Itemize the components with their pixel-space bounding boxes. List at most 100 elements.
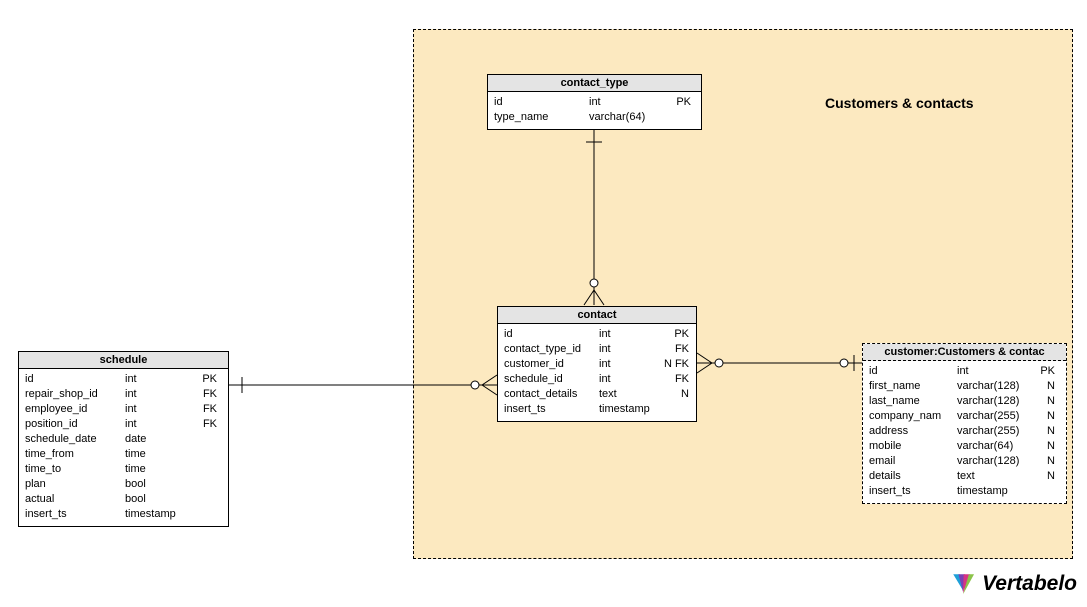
entity-contact-body: idintPKcontact_type_idintFKcustomer_idin…	[498, 324, 696, 421]
attr-type: varchar(128)	[957, 379, 1037, 394]
attr-name: insert_ts	[504, 402, 599, 417]
attr-row: time_totime	[25, 462, 222, 477]
entity-schedule-body: idintPKrepair_shop_idintFKemployee_idint…	[19, 369, 228, 526]
attr-name: details	[869, 469, 957, 484]
attr-row: mobilevarchar(64)N	[869, 439, 1060, 454]
attr-type: int	[599, 327, 659, 342]
attr-flag	[195, 507, 217, 522]
attr-row: actualbool	[25, 492, 222, 507]
attr-row: idintPK	[494, 95, 695, 110]
attr-type: timestamp	[125, 507, 195, 522]
attr-flag: FK	[195, 387, 217, 402]
attr-flag: N	[1037, 424, 1055, 439]
attr-type: bool	[125, 477, 195, 492]
attr-flag: PK	[1037, 364, 1055, 379]
attr-row: time_fromtime	[25, 447, 222, 462]
attr-flag: N	[1037, 454, 1055, 469]
attr-row: contact_detailstextN	[504, 387, 690, 402]
attr-type: varchar(64)	[589, 110, 669, 125]
attr-flag	[1037, 484, 1055, 499]
attr-flag	[195, 477, 217, 492]
entity-contact-type-header: contact_type	[488, 75, 701, 92]
attr-type: varchar(255)	[957, 424, 1037, 439]
attr-row: type_namevarchar(64)	[494, 110, 695, 125]
attr-name: customer_id	[504, 357, 599, 372]
attr-row: position_idintFK	[25, 417, 222, 432]
vertabelo-logo: Vertabelo	[950, 571, 1077, 597]
attr-type: timestamp	[599, 402, 659, 417]
attr-flag: FK	[659, 372, 689, 387]
entity-contact-type: contact_type idintPKtype_namevarchar(64)	[487, 74, 702, 130]
attr-name: id	[869, 364, 957, 379]
entity-schedule-header: schedule	[19, 352, 228, 369]
attr-row: addressvarchar(255)N	[869, 424, 1060, 439]
entity-contact-type-body: idintPKtype_namevarchar(64)	[488, 92, 701, 129]
attr-name: plan	[25, 477, 125, 492]
attr-flag: N	[1037, 379, 1055, 394]
attr-row: idintPK	[504, 327, 690, 342]
attr-type: int	[599, 342, 659, 357]
attr-flag	[195, 432, 217, 447]
attr-name: time_from	[25, 447, 125, 462]
attr-flag	[195, 462, 217, 477]
attr-type: int	[125, 372, 195, 387]
attr-type: varchar(128)	[957, 454, 1037, 469]
attr-name: mobile	[869, 439, 957, 454]
attr-flag	[659, 402, 689, 417]
attr-type: int	[125, 402, 195, 417]
attr-flag: FK	[659, 342, 689, 357]
attr-name: first_name	[869, 379, 957, 394]
attr-flag	[195, 447, 217, 462]
attr-type: int	[589, 95, 669, 110]
attr-flag: N	[1037, 394, 1055, 409]
attr-flag: PK	[195, 372, 217, 387]
attr-name: type_name	[494, 110, 589, 125]
attr-row: employee_idintFK	[25, 402, 222, 417]
attr-flag: FK	[195, 417, 217, 432]
attr-row: contact_type_idintFK	[504, 342, 690, 357]
attr-name: contact_type_id	[504, 342, 599, 357]
attr-row: insert_tstimestamp	[869, 484, 1060, 499]
attr-flag	[669, 110, 691, 125]
attr-type: varchar(64)	[957, 439, 1037, 454]
attr-type: int	[957, 364, 1037, 379]
attr-row: emailvarchar(128)N	[869, 454, 1060, 469]
attr-flag: PK	[669, 95, 691, 110]
attr-row: idintPK	[25, 372, 222, 387]
attr-name: last_name	[869, 394, 957, 409]
attr-type: timestamp	[957, 484, 1037, 499]
attr-type: varchar(255)	[957, 409, 1037, 424]
entity-customer-body: idintPKfirst_namevarchar(128)Nlast_namev…	[863, 361, 1066, 503]
attr-name: company_nam	[869, 409, 957, 424]
attr-row: insert_tstimestamp	[25, 507, 222, 522]
vertabelo-logo-icon	[950, 571, 976, 597]
attr-name: id	[25, 372, 125, 387]
attr-name: employee_id	[25, 402, 125, 417]
attr-flag: FK	[195, 402, 217, 417]
attr-name: actual	[25, 492, 125, 507]
attr-flag: N	[1037, 439, 1055, 454]
attr-type: time	[125, 462, 195, 477]
entity-schedule: schedule idintPKrepair_shop_idintFKemplo…	[18, 351, 229, 527]
attr-type: bool	[125, 492, 195, 507]
attr-name: schedule_id	[504, 372, 599, 387]
entity-contact: contact idintPKcontact_type_idintFKcusto…	[497, 306, 697, 422]
attr-row: idintPK	[869, 364, 1060, 379]
attr-flag	[195, 492, 217, 507]
attr-name: insert_ts	[25, 507, 125, 522]
attr-type: varchar(128)	[957, 394, 1037, 409]
attr-name: time_to	[25, 462, 125, 477]
vertabelo-logo-text: Vertabelo	[982, 572, 1077, 596]
attr-name: id	[494, 95, 589, 110]
attr-row: company_namvarchar(255)N	[869, 409, 1060, 424]
entity-customer: customer:Customers & contac idintPKfirst…	[862, 343, 1067, 504]
attr-type: date	[125, 432, 195, 447]
attr-flag: N	[659, 387, 689, 402]
attr-flag: PK	[659, 327, 689, 342]
attr-row: customer_idintN FK	[504, 357, 690, 372]
attr-type: time	[125, 447, 195, 462]
attr-name: address	[869, 424, 957, 439]
diagram-canvas: Customers & contacts	[0, 0, 1087, 607]
attr-name: insert_ts	[869, 484, 957, 499]
attr-type: int	[599, 372, 659, 387]
